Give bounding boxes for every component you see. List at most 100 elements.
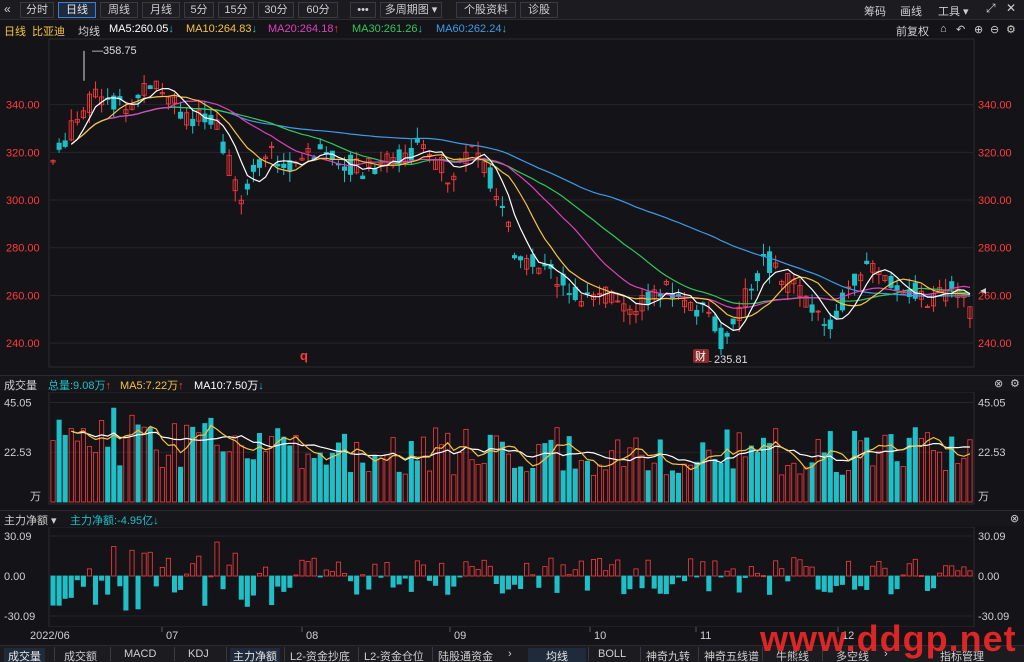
flow-bar	[366, 575, 372, 590]
more-icon[interactable]: •••	[350, 2, 376, 18]
flow-bar	[171, 575, 178, 593]
diagnose-button[interactable]: 诊股	[520, 2, 558, 18]
flow-bar	[499, 575, 505, 594]
tab-volume[interactable]: 成交量	[4, 648, 45, 662]
flow-bar	[56, 575, 62, 606]
candle-body	[317, 144, 323, 150]
multi-period-dropdown[interactable]: 多周期图 ▾	[380, 2, 442, 18]
flow-bar	[354, 575, 360, 595]
flow-bar	[269, 575, 275, 606]
tab-l2-position[interactable]: L2-资金仓位	[364, 648, 424, 662]
tab-monthly[interactable]: 月线	[142, 2, 180, 18]
main-flow-chart[interactable]: 30.09 30.090.00 0.00-30.09 -30.09	[0, 527, 1024, 627]
volume-bar	[572, 468, 578, 503]
tools-dropdown[interactable]: 工具 ▾	[938, 3, 969, 19]
flow-bar	[584, 575, 590, 591]
back-icon[interactable]: «	[4, 2, 11, 16]
ma10-line	[70, 94, 971, 319]
flow-title[interactable]: 主力净额 ▾	[4, 512, 57, 528]
tab-15min[interactable]: 15分	[218, 2, 254, 18]
volume-bar	[724, 429, 730, 503]
expand-icon[interactable]: ⤢	[986, 1, 996, 16]
flow-bar	[372, 563, 378, 577]
volume-bar	[341, 433, 348, 503]
lock-icon[interactable]: ⌂	[940, 23, 947, 35]
volume-bar	[894, 461, 900, 503]
tab-intraday[interactable]: 分时	[20, 2, 54, 18]
volume-bar	[469, 459, 475, 503]
tab-turnover[interactable]: 成交额	[64, 648, 97, 662]
chevron-right-icon[interactable]: ›	[508, 648, 512, 660]
tab-kdj[interactable]: KDJ	[188, 648, 209, 660]
volume-title[interactable]: 成交量	[4, 377, 37, 393]
volume-bar	[597, 464, 603, 503]
tab-l2-bottom[interactable]: L2-资金抄底	[290, 648, 350, 662]
tab-nine-turn[interactable]: 神奇九转	[646, 648, 690, 662]
tab-5min[interactable]: 5分	[184, 2, 214, 18]
tab-hk-connect[interactable]: 陆股通资金	[438, 648, 493, 662]
tab-ma[interactable]: 均线	[528, 648, 586, 662]
volume-bar	[839, 474, 845, 503]
candle-body	[694, 309, 700, 317]
flow-bar	[275, 575, 281, 587]
flow-bar	[287, 575, 293, 588]
volume-bar	[293, 434, 299, 503]
low-price-label: ←235.81	[703, 354, 748, 366]
volume-bar	[730, 468, 736, 503]
volume-chart[interactable]: 45.05 45.05 22.53 22.53 万 万	[0, 392, 1024, 508]
kline-chart[interactable]: 340.00 340.00 320.00 320.00 300.00 300.00 280.…	[0, 37, 1024, 374]
volume-bar	[226, 451, 232, 503]
zoom-out-icon[interactable]: ⊖	[990, 23, 999, 36]
volume-bar	[184, 424, 190, 503]
flow-bar	[742, 575, 748, 578]
volume-bar	[675, 472, 682, 503]
candle-body	[767, 251, 773, 273]
price-tick-right: 280.00	[978, 243, 1012, 255]
candle-body	[730, 318, 736, 325]
flow-bar	[706, 575, 712, 592]
close-icon[interactable]: ⊗	[994, 377, 1003, 390]
chips-button[interactable]: 筹码	[864, 3, 886, 19]
settings-icon[interactable]: ⚙	[1006, 23, 1016, 36]
volume-bar	[669, 470, 675, 503]
high-price-label: —358.75	[92, 45, 137, 57]
tab-weekly[interactable]: 周线	[100, 2, 138, 18]
flow-bar	[202, 575, 208, 606]
tab-boll[interactable]: BOLL	[598, 648, 626, 660]
undo-icon[interactable]: ↶	[956, 23, 965, 36]
flow-tick-left: 0.00	[4, 571, 25, 583]
tab-five-lines[interactable]: 神奇五线谱	[704, 648, 759, 662]
flow-bar	[305, 561, 311, 577]
candle-body	[62, 140, 68, 147]
volume-bar	[147, 426, 153, 503]
close-panel-icon[interactable]: ✕	[1006, 1, 1016, 15]
tab-30min[interactable]: 30分	[258, 2, 294, 18]
flow-bar	[263, 566, 269, 577]
draw-line-button[interactable]: 画线	[900, 3, 922, 19]
volume-bar	[457, 452, 463, 503]
volume-bar	[760, 437, 767, 503]
volume-bar	[250, 459, 256, 503]
settings-icon[interactable]: ⚙	[1010, 377, 1020, 390]
ma30-legend: MA30:261.26↓	[352, 23, 423, 35]
close-icon[interactable]: ⊗	[1010, 512, 1019, 525]
flow-bar	[396, 575, 402, 585]
volume-bar	[791, 462, 797, 503]
flow-bar	[675, 575, 682, 578]
volume-bar	[426, 470, 433, 503]
flow-bar	[700, 561, 706, 577]
stock-profile-button[interactable]: 个股资料	[456, 2, 516, 18]
volume-bar	[99, 420, 105, 503]
flow-bar	[256, 573, 263, 577]
flow-bar	[99, 575, 105, 581]
tab-60min[interactable]: 60分	[298, 2, 338, 18]
tab-daily[interactable]: 日线	[58, 2, 96, 18]
volume-bar	[348, 472, 354, 503]
flow-bar	[615, 559, 621, 577]
flow-bar	[299, 559, 305, 577]
tab-main-flow[interactable]: 主力净额	[230, 648, 280, 662]
period-toolbar: « 分时 日线 周线 月线 5分 15分 30分 60分 ••• 多周期图 ▾ …	[0, 0, 1024, 20]
zoom-in-icon[interactable]: ⊕	[974, 23, 983, 36]
flow-bar	[93, 575, 99, 605]
tab-macd[interactable]: MACD	[124, 648, 156, 660]
